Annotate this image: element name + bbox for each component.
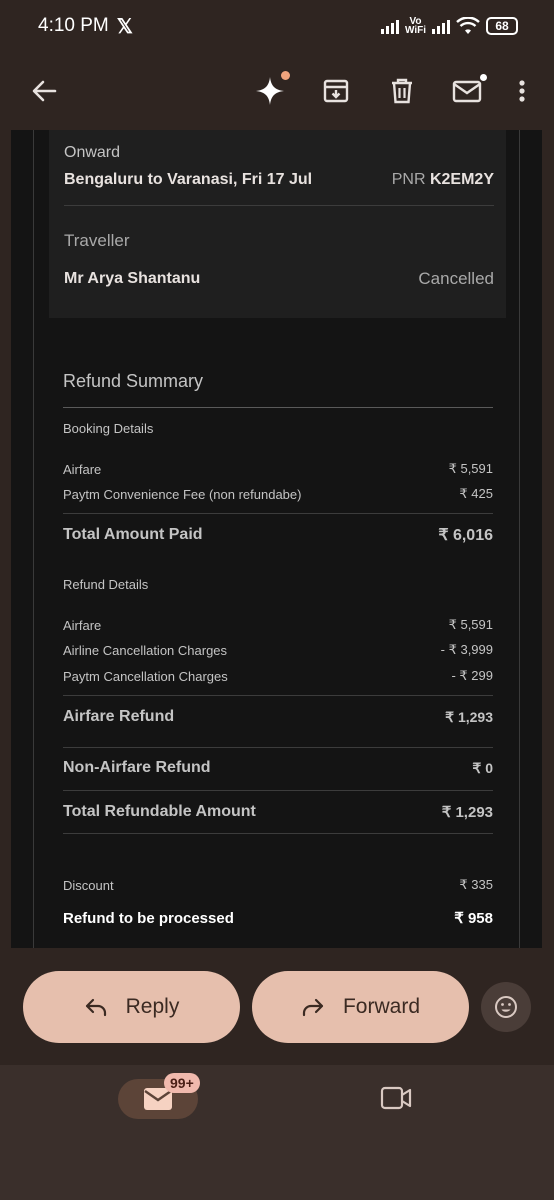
email-toolbar (0, 52, 554, 130)
delete-icon[interactable] (380, 69, 424, 113)
mail-badge: 99+ (164, 1073, 200, 1093)
archive-icon[interactable] (314, 69, 358, 113)
list-item: Paytm Convenience Fee (non refundabe) ₹ … (63, 486, 493, 502)
convenience-fee-value: ₹ 425 (459, 486, 493, 501)
divider (63, 747, 493, 748)
nav-meet[interactable] (380, 1085, 412, 1116)
emoji-icon (495, 996, 517, 1018)
list-item: Airline Cancellation Charges - ₹ 3,999 (63, 642, 493, 658)
trip-card: Onward Bengaluru to Varanasi, Fri 17 Jul… (49, 130, 506, 318)
list-item: Airfare ₹ 5,591 (63, 461, 493, 477)
airfare-refund-label: Airfare Refund (63, 708, 175, 725)
total-refundable-row: Total Refundable Amount ₹ 1,293 (63, 803, 493, 821)
divider (63, 833, 493, 834)
airfare-refund-value: ₹ 1,293 (445, 708, 493, 725)
total-paid-value: ₹ 6,016 (438, 527, 493, 544)
reply-label: Reply (125, 995, 180, 1018)
divider (63, 695, 493, 696)
total-paid-label: Total Amount Paid (63, 526, 203, 543)
refund-to-process-label: Refund to be processed (63, 909, 234, 927)
refund-details-label: Refund Details (63, 577, 149, 592)
list-item: Airfare ₹ 5,591 (63, 617, 493, 633)
reply-button[interactable]: Reply (23, 971, 240, 1043)
airline-charges-value: - ₹ 3,999 (440, 642, 493, 657)
forward-icon (302, 998, 324, 1017)
battery-icon: 68 (486, 17, 518, 35)
pnr: PNR K2EM2Y (392, 171, 494, 189)
non-airfare-refund-row: Non-Airfare Refund ₹ 0 (63, 759, 493, 777)
total-refundable-label: Total Refundable Amount (63, 803, 256, 820)
x-app-icon: 𝕏 (116, 15, 133, 38)
sparkle-icon[interactable] (248, 69, 292, 113)
booking-details-label: Booking Details (63, 421, 154, 436)
pnr-value: K2EM2Y (429, 171, 494, 188)
traveller-name: Mr Arya Shantanu (64, 270, 201, 287)
total-refundable-value: ₹ 1,293 (441, 804, 493, 821)
email-body: Onward Bengaluru to Varanasi, Fri 17 Jul… (11, 130, 542, 948)
pnr-label: PNR (391, 171, 426, 188)
refund-to-process-value: ₹ 958 (454, 910, 493, 927)
airfare-refund-row: Airfare Refund ₹ 1,293 (63, 708, 493, 726)
convenience-fee-label: Paytm Convenience Fee (non refundabe) (63, 486, 302, 502)
divider (63, 790, 493, 791)
status-time: 4:10 PM (38, 15, 109, 36)
back-arrow-icon[interactable] (22, 69, 66, 113)
divider (63, 407, 493, 408)
total-paid-row: Total Amount Paid ₹ 6,016 (63, 525, 493, 545)
reply-icon (85, 998, 106, 1017)
refund-to-process-row: Refund to be processed ₹ 958 (63, 909, 493, 928)
status-icons: Vo WiFi 68 (380, 16, 518, 36)
refund-airfare-value: ₹ 5,591 (448, 617, 493, 632)
video-camera-icon (380, 1086, 412, 1110)
discount-value: ₹ 335 (459, 877, 493, 892)
vowifi-icon: Vo WiFi (404, 16, 426, 36)
discount-row: Discount ₹ 335 (63, 877, 493, 893)
signal-icon (380, 18, 399, 34)
airline-charges-label: Airline Cancellation Charges (63, 642, 228, 658)
more-vert-icon[interactable] (512, 69, 532, 113)
paytm-charges-value: - ₹ 299 (451, 668, 493, 683)
forward-button[interactable]: Forward (252, 971, 469, 1043)
signal-icon-2 (432, 18, 450, 34)
refund-airfare-label: Airfare (63, 617, 102, 633)
onward-label: Onward (64, 144, 121, 161)
bottom-navigation: 99+ (0, 1065, 554, 1200)
status-bar: 4:10 PM 𝕏 Vo WiFi 68 (0, 0, 554, 52)
list-item: Paytm Cancellation Charges - ₹ 299 (63, 668, 493, 684)
traveller-label: Traveller (64, 231, 130, 250)
forward-label: Forward (342, 995, 421, 1018)
paytm-charges-label: Paytm Cancellation Charges (63, 668, 228, 684)
non-airfare-refund-value: ₹ 0 (472, 759, 493, 776)
email-content: Onward Bengaluru to Varanasi, Fri 17 Jul… (33, 130, 520, 948)
booking-airfare-label: Airfare (63, 461, 102, 477)
discount-label: Discount (63, 877, 114, 893)
traveller-status: Cancelled (418, 269, 494, 288)
booking-airfare-value: ₹ 5,591 (448, 461, 493, 476)
emoji-reaction-button[interactable] (481, 982, 531, 1032)
divider (63, 513, 493, 514)
wifi-icon (456, 17, 480, 34)
non-airfare-refund-label: Non-Airfare Refund (63, 759, 211, 776)
divider (64, 205, 494, 206)
route-text: Bengaluru to Varanasi, Fri 17 Jul (64, 171, 313, 188)
refund-summary-title: Refund Summary (63, 371, 204, 391)
mark-unread-icon[interactable] (446, 69, 490, 113)
